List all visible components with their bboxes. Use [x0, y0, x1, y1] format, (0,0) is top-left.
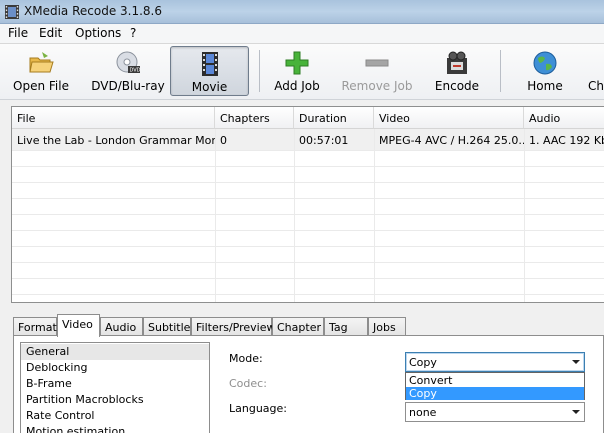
tab-chapter[interactable]: Chapter	[272, 317, 324, 336]
grid-line	[12, 230, 604, 231]
grid-line	[524, 129, 525, 302]
encode-button[interactable]: Encode	[430, 46, 484, 96]
mode-select-value: Copy	[409, 356, 437, 369]
home-button[interactable]: Home	[520, 46, 570, 96]
column-header-chapters[interactable]: Chapters	[215, 107, 294, 129]
grid-line	[12, 198, 604, 199]
dvd-bluray-label: DVD/Blu-ray	[91, 79, 165, 93]
menu-bar: File Edit Options ?	[0, 24, 604, 44]
film-reel-icon	[447, 51, 467, 74]
minus-icon	[365, 59, 389, 67]
menu-help[interactable]: ?	[128, 26, 138, 40]
mode-option-convert[interactable]: Convert	[406, 374, 584, 387]
grid-line	[12, 246, 604, 247]
grid-line	[12, 262, 604, 263]
chevron-down-icon	[572, 360, 580, 364]
cell-duration: 00:57:01	[299, 134, 349, 147]
cut-label: Ch	[588, 79, 604, 93]
splitter[interactable]	[11, 303, 604, 313]
mode-dropdown-list[interactable]: Convert Copy	[405, 372, 585, 400]
codec-label: Codec:	[229, 377, 267, 390]
grid-line	[294, 129, 295, 302]
column-header-duration[interactable]: Duration	[294, 107, 374, 129]
cut-button[interactable]: Ch	[586, 46, 604, 96]
cell-video: MPEG-4 AVC / H.264 25.0...	[379, 134, 524, 147]
plus-icon	[285, 51, 309, 75]
grid-line	[215, 129, 216, 302]
video-settings-list[interactable]: General Deblocking B-Frame Partition Mac…	[20, 342, 210, 433]
grid-line	[12, 166, 604, 167]
tab-subtitle[interactable]: Subtitle	[143, 317, 191, 336]
open-folder-icon	[29, 52, 54, 73]
language-select-value: none	[409, 406, 437, 419]
cell-audio: 1. AAC 192 Kbps	[529, 134, 604, 147]
column-header-audio[interactable]: Audio	[524, 107, 604, 129]
grid-line	[12, 150, 604, 151]
dvd-bluray-button[interactable]: DVD DVD/Blu-ray	[91, 46, 165, 96]
tab-jobs[interactable]: Jobs	[368, 317, 406, 336]
menu-options[interactable]: Options	[73, 26, 123, 40]
tab-tag[interactable]: Tag	[324, 317, 368, 336]
grid-line	[374, 129, 375, 302]
home-label: Home	[527, 79, 563, 93]
toolbar-separator	[500, 50, 501, 92]
remove-job-button[interactable]: Remove Job	[340, 46, 414, 96]
menu-edit[interactable]: Edit	[37, 26, 64, 40]
mode-label: Mode:	[229, 352, 263, 365]
mode-option-copy[interactable]: Copy	[406, 387, 584, 400]
tab-format[interactable]: Format	[13, 317, 57, 336]
remove-job-label: Remove Job	[341, 79, 413, 93]
chevron-down-icon	[572, 410, 580, 414]
open-file-label: Open File	[13, 79, 69, 93]
film-icon	[201, 52, 218, 76]
toolbar-separator	[259, 50, 260, 92]
title-bar[interactable]: XMedia Recode 3.1.8.6	[0, 0, 604, 24]
list-item-motion-estimation[interactable]: Motion estimation	[21, 424, 209, 433]
open-file-button[interactable]: Open File	[6, 46, 76, 96]
movie-label: Movie	[191, 80, 228, 94]
column-header-file[interactable]: File	[12, 107, 215, 129]
list-item-b-frame[interactable]: B-Frame	[21, 376, 209, 392]
job-file-list[interactable]: File Chapters Duration Video Audio Live …	[11, 106, 604, 303]
window-title: XMedia Recode 3.1.8.6	[24, 4, 162, 18]
add-job-label: Add Job	[274, 79, 320, 93]
add-job-button[interactable]: Add Job	[268, 46, 326, 96]
tab-video[interactable]: Video	[57, 314, 100, 337]
encode-label: Encode	[434, 79, 480, 93]
disc-icon: DVD	[116, 51, 141, 74]
svg-text:DVD: DVD	[130, 68, 141, 74]
language-select[interactable]: none	[405, 402, 585, 422]
column-header-video[interactable]: Video	[374, 107, 524, 129]
grid-line	[12, 294, 604, 295]
tab-strip: Format Video Audio Subtitle Filters/Prev…	[13, 314, 604, 337]
list-item-rate-control[interactable]: Rate Control	[21, 408, 209, 424]
list-item-deblocking[interactable]: Deblocking	[21, 360, 209, 376]
mode-select[interactable]: Copy	[405, 352, 585, 372]
cell-file: Live the Lab - London Grammar Mont...	[17, 134, 215, 147]
list-item-partition-macroblocks[interactable]: Partition Macroblocks	[21, 392, 209, 408]
menu-file[interactable]: File	[6, 26, 30, 40]
toolbar: Open File DVD DVD/Blu-ray Movie Add Job	[0, 44, 604, 100]
list-item-general[interactable]: General	[21, 344, 209, 360]
grid-line	[12, 182, 604, 183]
grid-line	[12, 278, 604, 279]
cell-chapters: 0	[220, 134, 227, 147]
grid-line	[12, 214, 604, 215]
tab-audio[interactable]: Audio	[100, 317, 143, 336]
language-label: Language:	[229, 402, 287, 415]
film-strip-icon	[5, 5, 19, 19]
tab-filters-preview[interactable]: Filters/Preview	[191, 317, 276, 336]
movie-button[interactable]: Movie	[170, 46, 249, 96]
globe-icon	[533, 51, 557, 75]
